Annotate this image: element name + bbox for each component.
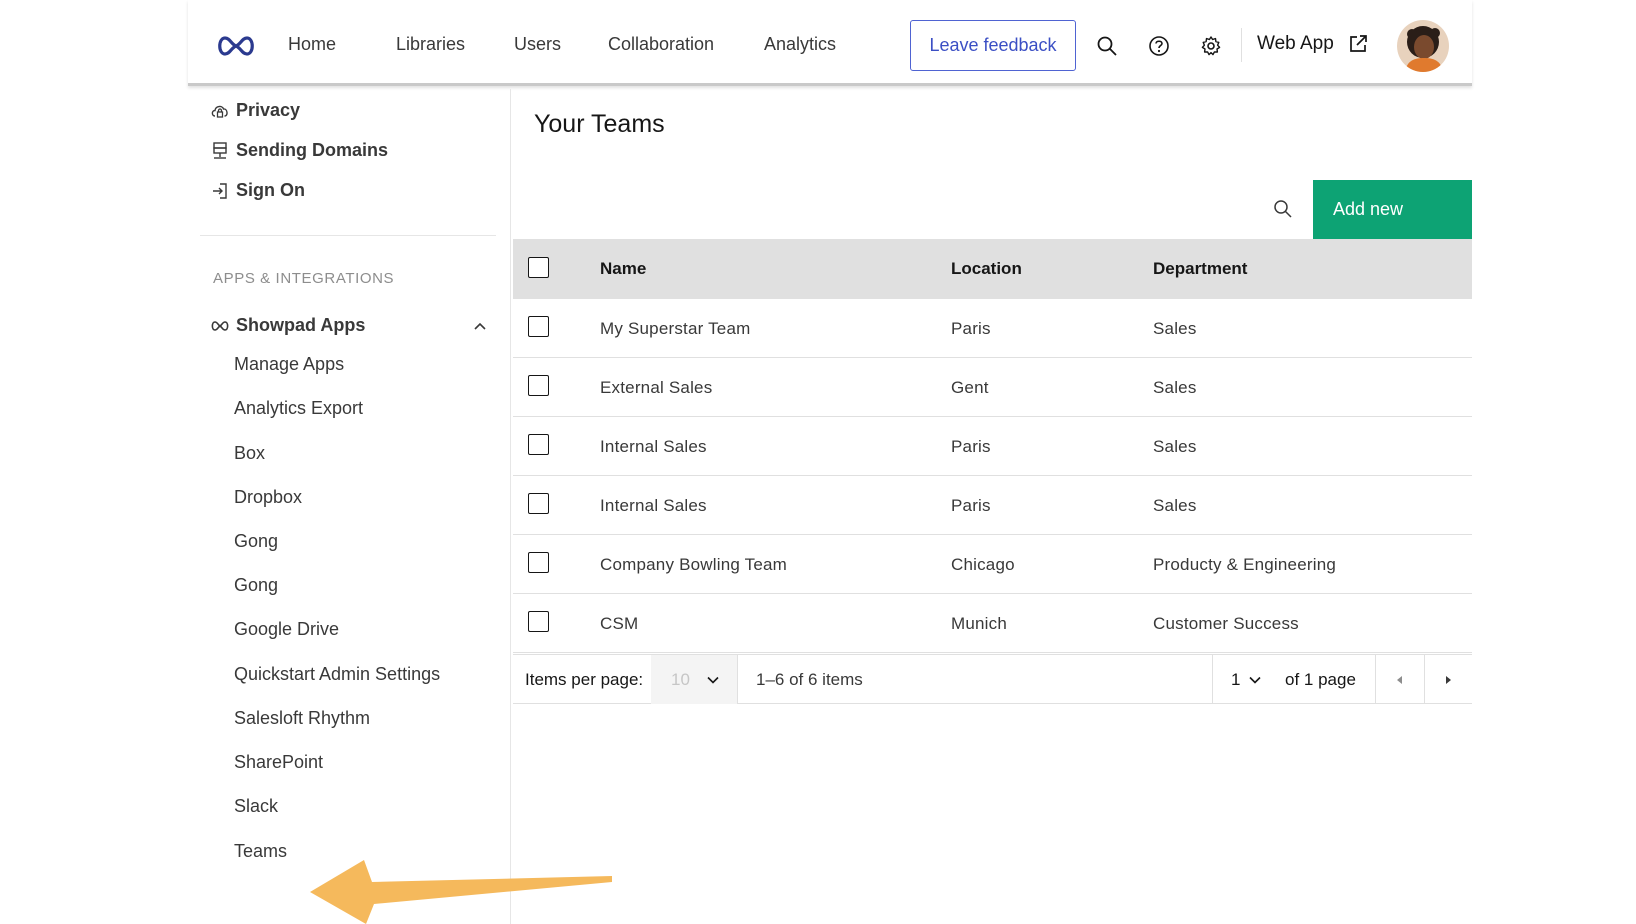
sidebar-item-slack[interactable]: Slack — [234, 796, 278, 817]
infinity-logo-icon[interactable] — [214, 34, 258, 58]
section-label: APPS & INTEGRATIONS — [213, 270, 395, 287]
row-checkbox[interactable] — [528, 493, 549, 514]
chevron-up-icon[interactable] — [472, 318, 488, 334]
leave-feedback-button[interactable]: Leave feedback — [910, 20, 1076, 71]
table-row[interactable]: CSM Munich Customer Success — [513, 594, 1472, 653]
sidebar-item-label: Privacy — [236, 100, 301, 120]
sidebar: Privacy Sending Domains Sign On APPS & I… — [188, 89, 511, 924]
cell-name: Company Bowling Team — [600, 555, 787, 574]
nav-link-users[interactable]: Users — [514, 34, 561, 55]
top-navigation: Home Libraries Users Collaboration Analy… — [188, 0, 1472, 86]
help-icon[interactable] — [1148, 35, 1170, 57]
sidebar-item-privacy[interactable]: Privacy — [210, 100, 300, 121]
items-per-page-select[interactable]: 10 — [651, 655, 737, 704]
sidebar-item-sending-domains[interactable]: Sending Domains — [210, 140, 388, 161]
page-title: Your Teams — [534, 110, 665, 138]
pager-divider — [1212, 655, 1213, 704]
caret-right-icon — [1446, 675, 1451, 684]
chevron-down-icon — [1249, 676, 1262, 684]
cloud-lock-icon — [211, 105, 228, 118]
nav-link-libraries[interactable]: Libraries — [396, 34, 465, 55]
cell-department: Producty & Engineering — [1153, 555, 1337, 574]
select-all-checkbox[interactable] — [528, 257, 549, 278]
caret-left-icon — [1397, 675, 1402, 684]
cell-location: Paris — [951, 437, 991, 456]
avatar[interactable] — [1397, 20, 1449, 72]
sidebar-item-box[interactable]: Box — [234, 443, 265, 464]
next-page-button[interactable] — [1424, 655, 1472, 704]
pagination-bar: Items per page: 10 1–6 of 6 items 1 of 1… — [513, 654, 1472, 704]
cell-location: Munich — [951, 614, 1008, 633]
external-link-icon — [1349, 35, 1367, 52]
sidebar-item-sign-on[interactable]: Sign On — [210, 180, 305, 201]
cell-location: Chicago — [951, 555, 1015, 574]
cell-name: Internal Sales — [600, 437, 707, 456]
row-checkbox[interactable] — [528, 375, 549, 396]
cell-name: Internal Sales — [600, 496, 707, 515]
sidebar-item-quickstart-admin-settings[interactable]: Quickstart Admin Settings — [234, 664, 440, 685]
cell-department: Sales — [1153, 319, 1197, 338]
sign-in-icon — [213, 182, 227, 199]
items-per-page-value: 10 — [671, 669, 690, 689]
nav-divider — [1241, 28, 1242, 62]
table-row[interactable]: My Superstar Team Paris Sales — [513, 299, 1472, 358]
sidebar-item-salesloft-rhythm[interactable]: Salesloft Rhythm — [234, 708, 370, 729]
infinity-icon — [211, 320, 229, 331]
sidebar-item-gong[interactable]: Gong — [234, 531, 278, 552]
row-checkbox[interactable] — [528, 316, 549, 337]
previous-page-button[interactable] — [1376, 655, 1424, 704]
sidebar-item-label: Sending Domains — [236, 140, 389, 160]
column-header-location[interactable]: Location — [951, 259, 1022, 279]
chevron-down-icon — [707, 676, 719, 684]
web-app-label: Web App — [1257, 33, 1334, 54]
nav-link-analytics[interactable]: Analytics — [764, 34, 836, 55]
server-icon — [213, 141, 227, 159]
cell-department: Sales — [1153, 496, 1197, 515]
cell-location: Paris — [951, 496, 991, 515]
item-range-text: 1–6 of 6 items — [756, 670, 863, 689]
sidebar-item-teams[interactable]: Teams — [234, 841, 287, 862]
cell-location: Gent — [951, 378, 989, 397]
table-header: Name Location Department — [513, 239, 1472, 299]
sidebar-divider — [200, 235, 496, 236]
add-new-button[interactable]: Add new — [1313, 180, 1472, 239]
row-checkbox[interactable] — [528, 552, 549, 573]
row-checkbox[interactable] — [528, 611, 549, 632]
cell-name: External Sales — [600, 378, 713, 397]
cell-name: My Superstar Team — [600, 319, 751, 338]
web-app-link[interactable]: Web App — [1257, 33, 1368, 55]
table-search-icon[interactable] — [1272, 198, 1294, 220]
sidebar-item-manage-apps[interactable]: Manage Apps — [234, 354, 344, 375]
cell-name: CSM — [600, 614, 639, 633]
current-page-value: 1 — [1231, 670, 1241, 689]
search-icon[interactable] — [1096, 35, 1118, 57]
pager-divider — [737, 655, 738, 704]
sidebar-item-gong-2[interactable]: Gong — [234, 575, 278, 596]
column-header-department[interactable]: Department — [1153, 259, 1247, 279]
cell-department: Customer Success — [1153, 614, 1299, 633]
row-checkbox[interactable] — [528, 434, 549, 455]
cell-department: Sales — [1153, 437, 1197, 456]
sidebar-item-label: Sign On — [236, 180, 305, 200]
column-header-name[interactable]: Name — [600, 259, 646, 279]
table-row[interactable]: External Sales Gent Sales — [513, 358, 1472, 417]
sidebar-item-analytics-export[interactable]: Analytics Export — [234, 398, 363, 419]
cell-department: Sales — [1153, 378, 1197, 397]
table-row[interactable]: Internal Sales Paris Sales — [513, 417, 1472, 476]
group-label: Showpad Apps — [236, 315, 366, 335]
table-row[interactable]: Internal Sales Paris Sales — [513, 476, 1472, 535]
cell-location: Paris — [951, 319, 991, 338]
sidebar-item-sharepoint[interactable]: SharePoint — [234, 752, 323, 773]
nav-link-home[interactable]: Home — [288, 34, 336, 55]
settings-icon[interactable] — [1200, 35, 1222, 57]
table-row[interactable]: Company Bowling Team Chicago Producty & … — [513, 535, 1472, 594]
page-select[interactable]: 1 — [1231, 670, 1262, 690]
nav-link-collaboration[interactable]: Collaboration — [608, 34, 714, 55]
sidebar-item-dropbox[interactable]: Dropbox — [234, 487, 302, 508]
showpad-apps-group-toggle[interactable]: Showpad Apps — [210, 315, 488, 336]
sidebar-item-google-drive[interactable]: Google Drive — [234, 619, 339, 640]
pages-text: of 1 page — [1285, 670, 1356, 689]
items-per-page-label: Items per page: — [525, 670, 644, 689]
